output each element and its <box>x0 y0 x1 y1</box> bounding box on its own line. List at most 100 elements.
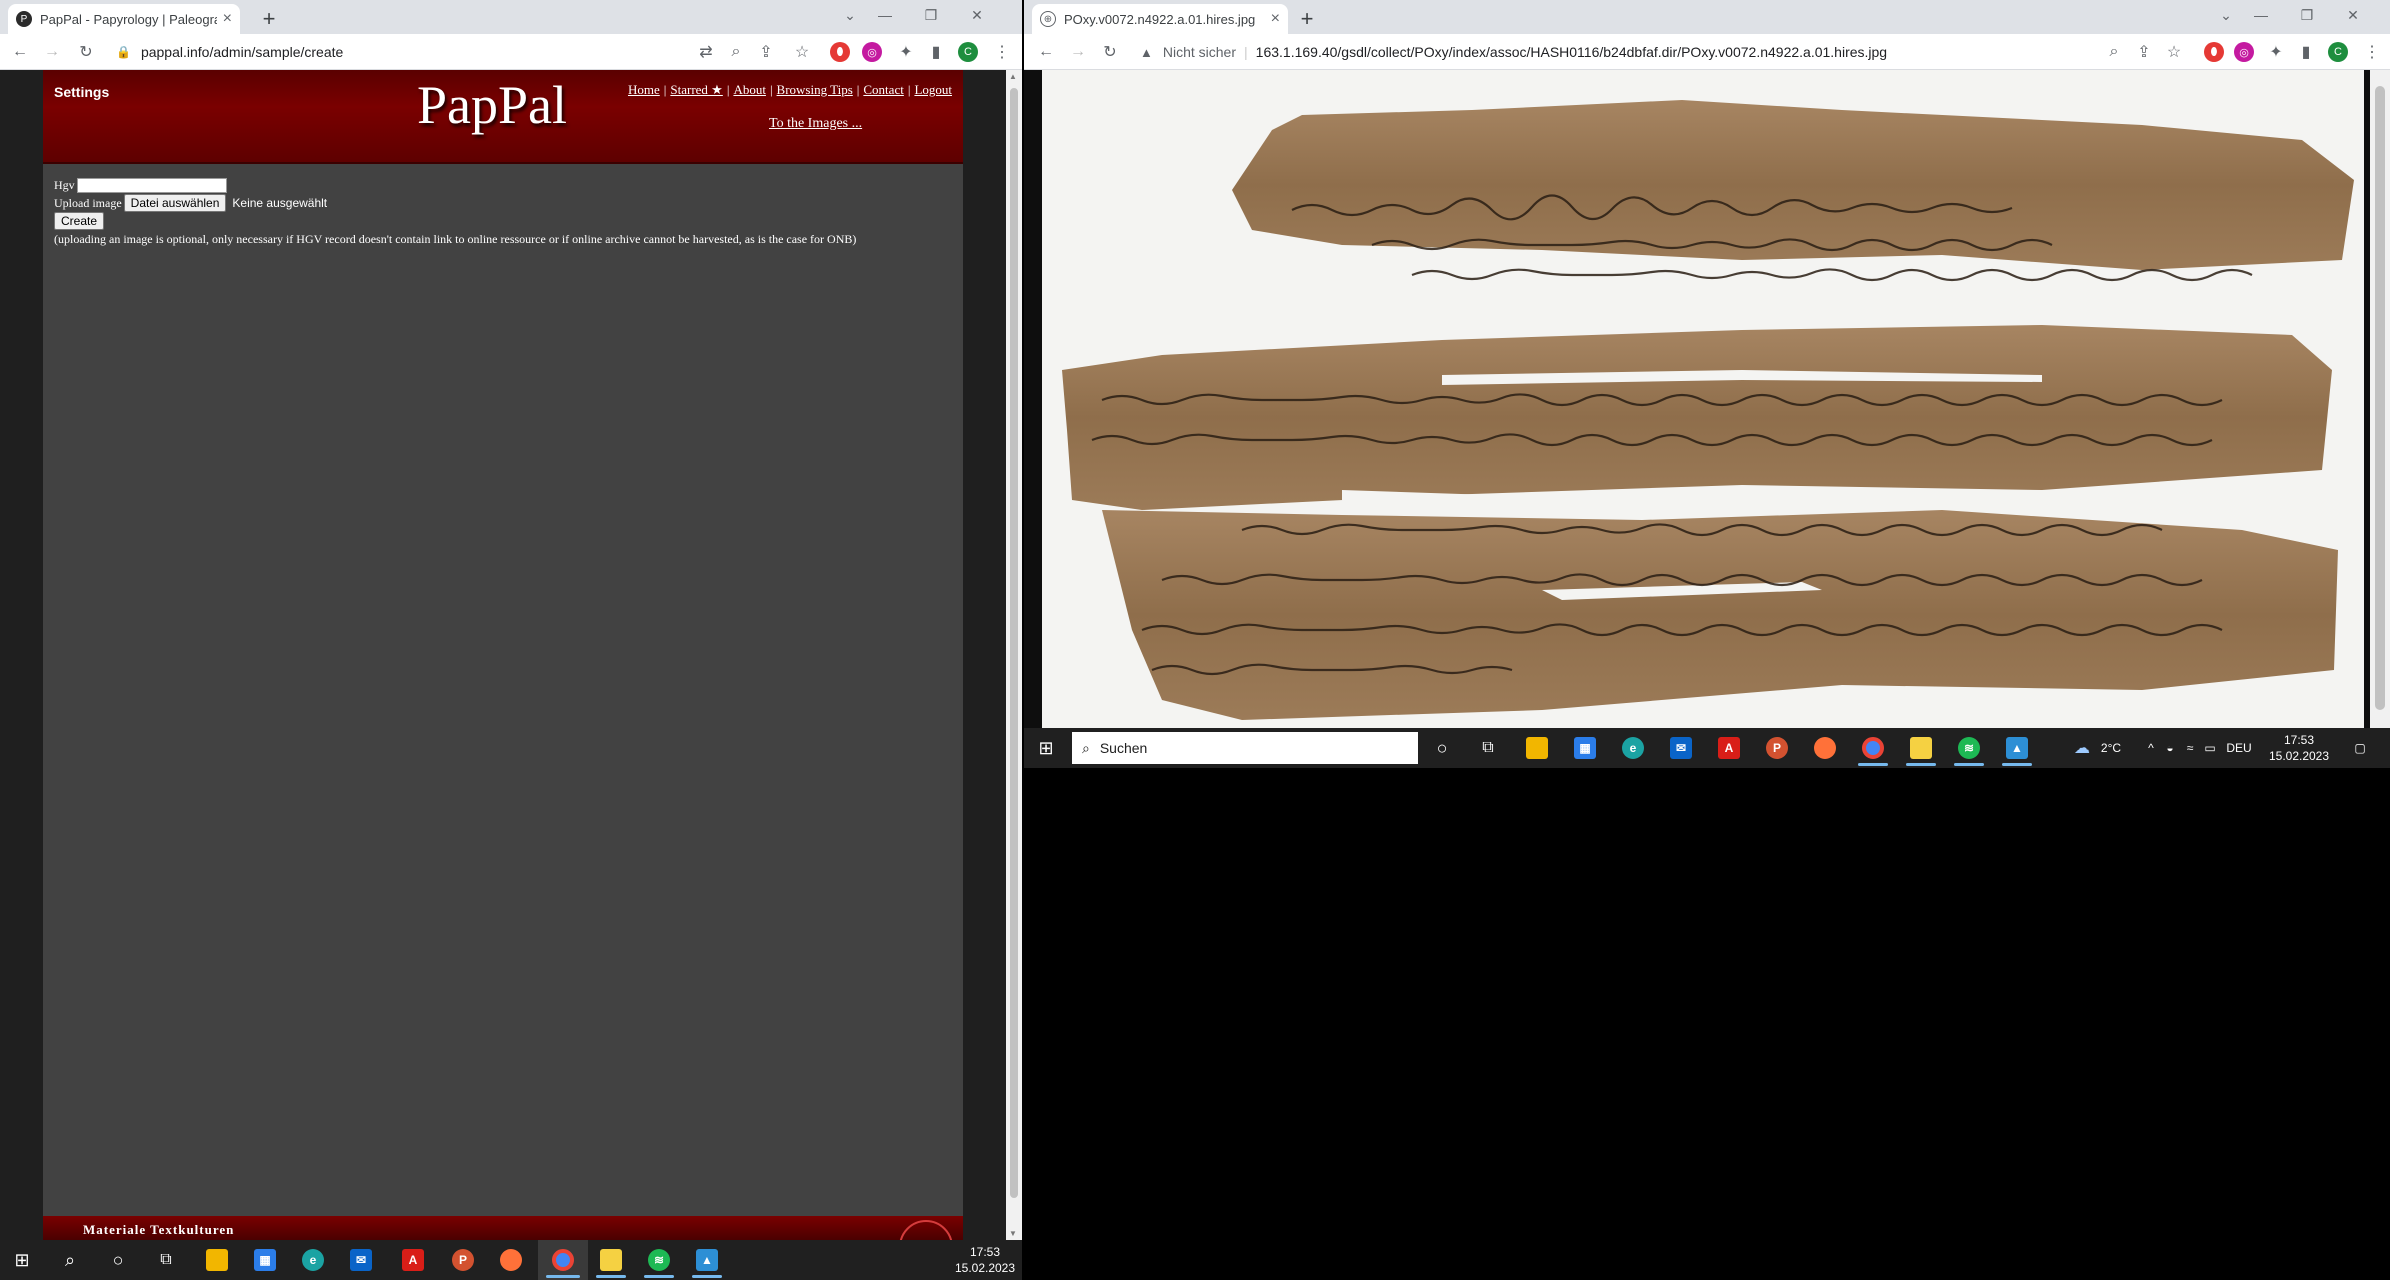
new-tab-button[interactable]: + <box>1294 6 1320 32</box>
tab-search-icon[interactable]: ⌄ <box>838 0 862 30</box>
edge-icon[interactable]: e <box>1622 737 1644 759</box>
notepad-icon[interactable] <box>1910 737 1932 759</box>
forward-icon[interactable]: → <box>40 40 64 64</box>
extension-icon[interactable]: ◎ <box>2234 42 2254 62</box>
language-indicator[interactable]: DEU <box>2224 740 2254 756</box>
settings-link[interactable]: Settings <box>54 84 109 100</box>
weather-temp[interactable]: 2°C <box>2096 740 2126 756</box>
mail-icon[interactable]: ✉ <box>1670 737 1692 759</box>
close-window-icon[interactable]: ✕ <box>954 0 1000 30</box>
minimize-icon[interactable]: — <box>2238 0 2284 30</box>
clock[interactable]: 17:53 15.02.2023 <box>950 1244 1020 1276</box>
battery-icon[interactable]: ▭ <box>2202 740 2218 756</box>
vertical-scrollbar[interactable] <box>2370 70 2390 728</box>
nav-starred[interactable]: Starred ★ <box>670 82 722 97</box>
side-panel-icon[interactable]: ▮ <box>2294 40 2318 64</box>
extension-icon[interactable]: ◎ <box>862 42 882 62</box>
choose-file-button[interactable]: Datei auswählen <box>123 194 227 212</box>
weather-icon[interactable]: ☁ <box>2070 738 2094 758</box>
chrome-icon[interactable] <box>552 1249 574 1271</box>
file-explorer-icon[interactable] <box>1526 737 1548 759</box>
tab-image[interactable]: ⊕ POxy.v0072.n4922.a.01.hires.jpg × <box>1032 4 1288 34</box>
spotify-icon[interactable]: ≋ <box>1958 737 1980 759</box>
side-panel-icon[interactable]: ▮ <box>924 40 948 64</box>
acrobat-icon[interactable]: A <box>1718 737 1740 759</box>
nav-contact[interactable]: Contact <box>863 82 903 97</box>
zoom-icon[interactable]: ⌕ <box>724 40 748 64</box>
minimize-icon[interactable]: — <box>862 0 908 30</box>
top-nav: Home | Starred ★ | About | Browsing Tips | Conta… <box>627 82 952 97</box>
scrollbar-thumb[interactable] <box>1010 88 1018 1198</box>
new-tab-button[interactable]: + <box>256 6 282 32</box>
forward-icon[interactable]: → <box>1066 40 1090 64</box>
mail-icon[interactable]: ✉ <box>350 1249 372 1271</box>
not-secure-label[interactable]: Nicht sicher <box>1163 44 1236 60</box>
wifi-icon[interactable]: ≈ <box>2182 740 2198 756</box>
acrobat-icon[interactable]: A <box>402 1249 424 1271</box>
pappal-logo[interactable]: PapPal <box>417 74 567 136</box>
scrollbar-thumb[interactable] <box>2375 86 2385 710</box>
vertical-scrollbar[interactable]: ▲ ▼ <box>1006 70 1022 1240</box>
network-icon[interactable]: ◒ <box>2162 740 2178 756</box>
notepad-icon[interactable] <box>600 1249 622 1271</box>
extension-icon[interactable]: ⬮ <box>830 42 850 62</box>
firefox-icon[interactable] <box>1814 737 1836 759</box>
reload-icon[interactable]: ↻ <box>1098 40 1122 64</box>
chrome-icon[interactable] <box>1862 737 1884 759</box>
share-icon[interactable]: ⇪ <box>754 40 778 64</box>
to-the-images-link[interactable]: To the Images ... <box>769 116 862 132</box>
hgv-input[interactable] <box>76 177 227 193</box>
cortana-icon[interactable]: ○ <box>1430 736 1454 760</box>
profile-avatar[interactable]: C <box>2328 42 2348 62</box>
task-view-icon[interactable]: ⧉ <box>1476 736 1500 760</box>
tab-pappal[interactable]: P PapPal - Papyrology | Paleograph × <box>8 4 240 34</box>
extensions-puzzle-icon[interactable]: ✦ <box>894 40 918 64</box>
lock-icon: 🔒 <box>116 45 131 59</box>
clock[interactable]: 17:53 15.02.2023 <box>2264 732 2334 764</box>
nav-home[interactable]: Home <box>628 82 660 97</box>
menu-icon[interactable]: ⋮ <box>990 40 1014 64</box>
windows-start-icon[interactable]: ⊞ <box>10 1248 34 1272</box>
back-icon[interactable]: ← <box>8 40 32 64</box>
powerpoint-icon[interactable]: P <box>452 1249 474 1271</box>
firefox-icon[interactable] <box>500 1249 522 1271</box>
extensions-puzzle-icon[interactable]: ✦ <box>2264 40 2288 64</box>
tab-search-icon[interactable]: ⌄ <box>2214 0 2238 30</box>
close-tab-icon[interactable]: × <box>223 10 232 28</box>
powerpoint-icon[interactable]: P <box>1766 737 1788 759</box>
translate-icon[interactable]: ⇄ <box>694 40 718 64</box>
photos-icon[interactable]: ▲ <box>2006 737 2028 759</box>
store-icon[interactable]: ▦ <box>254 1249 276 1271</box>
chevron-up-icon[interactable]: ^ <box>2144 740 2158 756</box>
store-icon[interactable]: ▦ <box>1574 737 1596 759</box>
edge-icon[interactable]: e <box>302 1249 324 1271</box>
notification-icon[interactable]: ▢ <box>2350 740 2370 756</box>
share-icon[interactable]: ⇪ <box>2132 40 2156 64</box>
close-window-icon[interactable]: ✕ <box>2330 0 2376 30</box>
profile-avatar[interactable]: C <box>958 42 978 62</box>
bookmark-star-icon[interactable]: ☆ <box>2162 40 2186 64</box>
search-input[interactable]: ⌕ Suchen <box>1072 732 1418 764</box>
windows-start-icon[interactable]: ⊞ <box>1034 736 1058 760</box>
close-tab-icon[interactable]: × <box>1271 10 1280 28</box>
file-explorer-icon[interactable] <box>206 1249 228 1271</box>
task-view-icon[interactable]: ⧉ <box>154 1248 178 1272</box>
back-icon[interactable]: ← <box>1034 40 1058 64</box>
nav-browsing-tips[interactable]: Browsing Tips <box>777 82 853 97</box>
extension-icon[interactable]: ⬮ <box>2204 42 2224 62</box>
restore-icon[interactable]: ❐ <box>2284 0 2330 30</box>
nav-about[interactable]: About <box>733 82 766 97</box>
cortana-icon[interactable]: ○ <box>106 1248 130 1272</box>
spotify-icon[interactable]: ≋ <box>648 1249 670 1271</box>
restore-icon[interactable]: ❐ <box>908 0 954 30</box>
menu-icon[interactable]: ⋮ <box>2360 40 2384 64</box>
search-icon[interactable]: ⌕ <box>58 1248 82 1272</box>
address-bar[interactable]: 🔒 pappal.info/admin/sample/create <box>112 38 672 66</box>
create-button[interactable]: Create <box>54 212 105 230</box>
bookmark-star-icon[interactable]: ☆ <box>790 40 814 64</box>
zoom-icon[interactable]: ⌕ <box>2102 40 2126 64</box>
reload-icon[interactable]: ↻ <box>74 40 98 64</box>
nav-logout[interactable]: Logout <box>914 82 952 97</box>
address-bar[interactable]: ▲ Nicht sicher | 163.1.169.40/gsdl/colle… <box>1136 38 2096 66</box>
photos-icon[interactable]: ▲ <box>696 1249 718 1271</box>
